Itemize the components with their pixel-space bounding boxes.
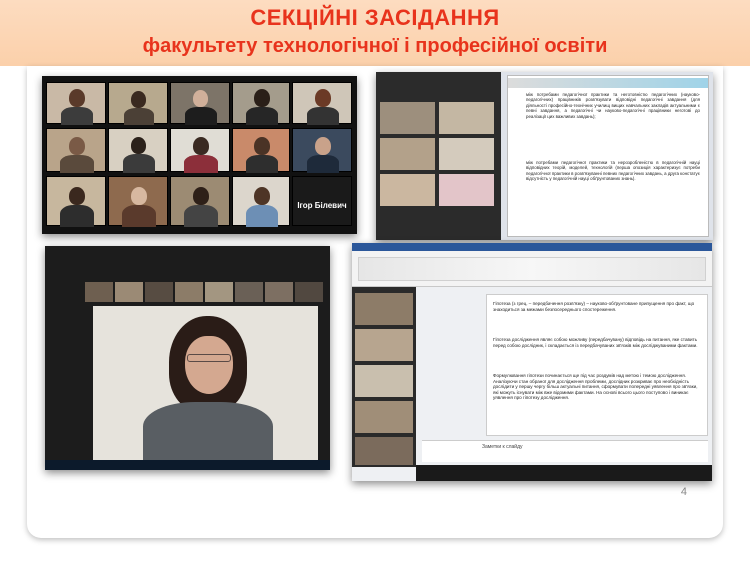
video-tile <box>232 128 290 173</box>
participant-head <box>315 137 331 155</box>
video-tile <box>46 82 106 125</box>
participant-body <box>60 205 94 227</box>
title-line-1: СЕКЦІЙНІ ЗАСІДАННЯ <box>250 5 500 30</box>
doc-paragraph-2: Гіпотеза дослідження являє собою можливу… <box>493 337 698 348</box>
speaker-face <box>185 336 233 394</box>
video-tile <box>380 102 435 134</box>
participant-head <box>131 91 146 108</box>
ribbon-tools <box>358 257 706 281</box>
video-tile <box>355 329 413 361</box>
participant-head <box>131 137 146 154</box>
video-tile <box>85 282 113 302</box>
participant-head <box>254 137 270 155</box>
participant-body <box>122 205 156 227</box>
video-tile <box>295 282 323 302</box>
video-tile <box>170 176 230 227</box>
participant-head <box>131 187 147 205</box>
participant-body <box>185 107 217 125</box>
zoom-side-panel <box>376 72 501 240</box>
video-tile <box>108 128 168 173</box>
participant-head <box>254 89 270 107</box>
participant-head <box>193 137 209 155</box>
glasses-icon <box>187 354 231 362</box>
participant-head <box>193 187 209 205</box>
video-grid: Ігор Білевич <box>46 82 352 227</box>
slide-paragraph-1: між потребами педагогічної практики та н… <box>526 92 700 119</box>
video-tile <box>355 365 413 397</box>
participant-body <box>184 155 218 173</box>
video-tile <box>439 174 494 206</box>
video-tile <box>175 282 203 302</box>
speaker-video <box>93 306 318 463</box>
video-tile <box>205 282 233 302</box>
document-page: Гіпотеза (з грец. – передбачення розв'яз… <box>486 294 708 436</box>
word-ribbon <box>352 243 712 287</box>
participant-head <box>315 89 331 107</box>
video-tile <box>46 176 106 227</box>
participant-head <box>193 90 208 107</box>
document-screenshot: Гіпотеза (з грец. – передбачення розв'яз… <box>352 243 712 481</box>
video-tile <box>115 282 143 302</box>
title-line-2: факультету технологічної і професійної о… <box>142 35 608 57</box>
participant-body <box>246 155 278 173</box>
slide-canvas: між потребами педагогічної практики та н… <box>507 75 709 237</box>
video-tile-featured: Ігор Білевич <box>292 176 352 226</box>
zoom-side-panel <box>352 287 416 467</box>
video-tile <box>46 128 106 173</box>
doc-paragraph-1: Гіпотеза (з грец. – передбачення розв'яз… <box>493 301 695 312</box>
ribbon-tab-bar <box>352 243 712 251</box>
zoom-toolbar <box>416 465 712 481</box>
video-tile <box>170 128 230 173</box>
video-tile <box>265 282 293 302</box>
video-tile <box>439 138 494 170</box>
doc-paragraph-3: Формулювання гіпотези починається ще під… <box>493 373 698 401</box>
speaker-body <box>143 402 273 463</box>
windows-taskbar <box>45 460 330 470</box>
slide-paragraph-2: між потребами педагогічної практики та н… <box>526 160 700 182</box>
video-tile <box>145 282 173 302</box>
participant-head <box>69 187 85 205</box>
slide-notes[interactable]: Заметки к слайду <box>422 440 708 462</box>
presentation-screenshot: між потребами педагогічної практики та н… <box>376 72 713 240</box>
video-tile <box>232 176 290 227</box>
participant-head <box>254 187 270 205</box>
participant-body <box>123 154 155 173</box>
participant-head <box>69 89 85 107</box>
participant-name: Ігор Білевич <box>297 201 347 210</box>
participant-body <box>61 107 93 125</box>
participant-body <box>307 155 339 173</box>
participant-head <box>69 137 85 155</box>
participant-body <box>124 108 154 125</box>
video-tile <box>355 293 413 325</box>
participant-body <box>307 107 339 125</box>
video-tile <box>380 138 435 170</box>
header-banner: СЕКЦІЙНІ ЗАСІДАННЯ факультету технологіч… <box>0 0 750 66</box>
video-tile <box>108 176 168 227</box>
zoom-gallery-screenshot: Ігор Білевич <box>42 76 357 234</box>
page-number: 4 <box>680 486 687 498</box>
zoom-speaker-screenshot <box>45 246 330 470</box>
video-tile <box>170 82 230 125</box>
video-tile <box>235 282 263 302</box>
video-tile <box>355 401 413 433</box>
video-tile <box>439 102 494 134</box>
slide-title-bar <box>508 78 708 88</box>
thumbnail-strip <box>85 282 325 302</box>
video-tile <box>292 128 352 173</box>
video-tile <box>292 82 352 125</box>
participant-body <box>184 205 218 227</box>
notes-placeholder: Заметки к слайду <box>482 444 523 450</box>
participant-body <box>60 155 94 173</box>
video-tile <box>108 82 168 125</box>
video-tile <box>355 437 413 465</box>
video-tile <box>232 82 290 125</box>
participant-body <box>246 107 278 125</box>
participant-body <box>246 205 278 227</box>
video-tile <box>380 174 435 206</box>
